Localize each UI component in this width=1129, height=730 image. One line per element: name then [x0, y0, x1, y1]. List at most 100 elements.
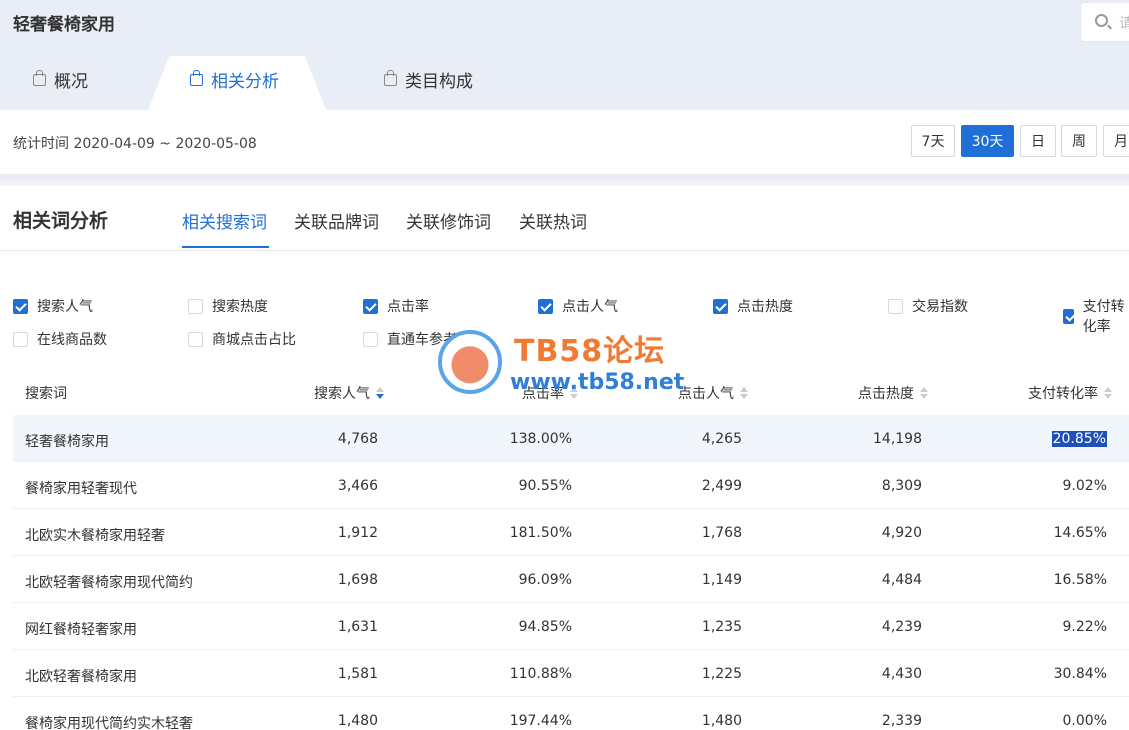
checkbox-box[interactable] — [13, 331, 28, 347]
metric-label: 点击人气 — [562, 299, 618, 315]
cell-keyword[interactable]: 餐椅家用现代简约实木轻奢 — [25, 713, 193, 730]
cell-click-pop: 4,265 — [701, 431, 742, 447]
sort-icon[interactable] — [376, 387, 384, 399]
tab-label: 概况 — [54, 71, 88, 92]
table-row[interactable]: 网红餐椅轻奢家用 1,631 94.85% 1,235 4,239 9.22% — [13, 603, 1129, 650]
sort-icon[interactable] — [570, 387, 578, 399]
cell-search-pop: 3,466 — [337, 478, 378, 494]
cell-click-heat: 4,920 — [881, 525, 922, 541]
col-header-pay-conversion[interactable]: 支付转化率 — [1028, 383, 1112, 403]
table-row[interactable]: 北欧实木餐椅家用轻奢 1,912 181.50% 1,768 4,920 14.… — [13, 509, 1129, 556]
tab-related-analysis[interactable]: 相关分析 — [190, 66, 279, 92]
metric-label: 支付转化率 — [1082, 299, 1125, 335]
metric-label: 交易指数 — [912, 299, 968, 315]
tab-category-composition[interactable]: 类目构成 — [384, 66, 473, 92]
checkbox-box[interactable] — [1063, 308, 1074, 324]
search-icon — [1095, 14, 1108, 27]
metric-checkbox[interactable]: 直通车参考价 — [363, 329, 471, 349]
cell-ctr: 96.09% — [518, 572, 572, 588]
subtab-brand-words[interactable]: 关联品牌词 — [294, 208, 379, 233]
cell-search-pop: 1,631 — [337, 619, 378, 635]
subtab-related-search[interactable]: 相关搜索词 — [182, 208, 267, 233]
range-30d-button[interactable]: 30天 — [961, 125, 1014, 157]
range-day-button[interactable]: 日 — [1020, 125, 1056, 157]
checkbox-box[interactable] — [188, 331, 203, 347]
cell-click-heat: 4,239 — [881, 619, 922, 635]
col-header-click-popularity[interactable]: 点击人气 — [678, 383, 748, 403]
cell-search-pop: 4,768 — [337, 431, 378, 447]
cell-ctr: 181.50% — [509, 525, 572, 541]
bag-icon — [33, 70, 46, 86]
cell-keyword[interactable]: 网红餐椅轻奢家用 — [25, 619, 137, 639]
sort-icon[interactable] — [740, 387, 748, 399]
cell-pay-rate: 16.58% — [1053, 572, 1107, 588]
cell-pay-rate: 9.22% — [1062, 619, 1107, 635]
cell-ctr: 138.00% — [509, 431, 572, 447]
cell-click-pop: 1,235 — [701, 619, 742, 635]
table-row[interactable]: 轻奢餐椅家用 4,768 138.00% 4,265 14,198 20.85% — [13, 415, 1129, 462]
cell-ctr: 197.44% — [509, 713, 572, 729]
tab-label: 相关分析 — [211, 71, 279, 92]
checkbox-box[interactable] — [538, 298, 553, 314]
subtab-hot-words[interactable]: 关联热词 — [519, 208, 587, 233]
cell-keyword[interactable]: 北欧轻奢餐椅家用现代简约 — [25, 572, 193, 592]
metric-checkbox[interactable]: 点击率 — [363, 296, 429, 316]
stat-period: 统计时间 2020-04-09 ~ 2020-05-08 — [13, 136, 257, 152]
table-row[interactable]: 餐椅家用现代简约实木轻奢 1,480 197.44% 1,480 2,339 0… — [13, 697, 1129, 730]
cell-keyword[interactable]: 北欧轻奢餐椅家用 — [25, 666, 137, 686]
section-gap — [0, 174, 1129, 186]
table-row[interactable]: 北欧轻奢餐椅家用现代简约 1,698 96.09% 1,149 4,484 16… — [13, 556, 1129, 603]
col-header-click-rate[interactable]: 点击率 — [522, 383, 578, 403]
checkbox-box[interactable] — [888, 298, 903, 314]
table-row[interactable]: 餐椅家用轻奢现代 3,466 90.55% 2,499 8,309 9.02% — [13, 462, 1129, 509]
sort-icon[interactable] — [920, 387, 928, 399]
header-label: 点击率 — [522, 386, 564, 402]
checkbox-box[interactable] — [363, 331, 378, 347]
metric-checkbox[interactable]: 搜索热度 — [188, 296, 268, 316]
cell-click-pop: 1,225 — [701, 666, 742, 682]
search-input[interactable]: 请 — [1080, 2, 1129, 42]
cell-keyword[interactable]: 北欧实木餐椅家用轻奢 — [25, 525, 165, 545]
section-title: 相关词分析 — [13, 210, 109, 232]
checkbox-box[interactable] — [13, 298, 28, 314]
cell-search-pop: 1,912 — [337, 525, 378, 541]
col-header-click-heat[interactable]: 点击热度 — [858, 383, 928, 403]
metric-checkbox[interactable]: 支付转化率 — [1063, 296, 1129, 336]
metric-checkbox[interactable]: 搜索人气 — [13, 296, 93, 316]
cell-ctr: 110.88% — [509, 666, 572, 682]
range-week-button[interactable]: 周 — [1061, 125, 1097, 157]
cell-click-pop: 1,768 — [701, 525, 742, 541]
cell-click-heat: 14,198 — [873, 431, 922, 447]
metric-checkbox[interactable]: 交易指数 — [888, 296, 968, 316]
checkbox-box[interactable] — [363, 298, 378, 314]
cell-search-pop: 1,480 — [337, 713, 378, 729]
cell-pay-rate: 14.65% — [1053, 525, 1107, 541]
metric-label: 搜索热度 — [212, 299, 268, 315]
checkbox-box[interactable] — [713, 298, 728, 314]
divider — [0, 250, 1129, 251]
tab-overview[interactable]: 概况 — [33, 66, 88, 92]
metric-checkbox[interactable]: 在线商品数 — [13, 329, 107, 349]
range-7d-button[interactable]: 7天 — [911, 125, 955, 157]
subtab-modifier-words[interactable]: 关联修饰词 — [406, 208, 491, 233]
col-header-keyword: 搜索词 — [25, 383, 67, 403]
col-header-search-popularity[interactable]: 搜索人气 — [314, 383, 384, 403]
cell-pay-rate: 20.85% — [1051, 431, 1107, 447]
cell-keyword[interactable]: 轻奢餐椅家用 — [25, 431, 109, 451]
range-month-button[interactable]: 月 — [1103, 125, 1129, 157]
checkbox-box[interactable] — [188, 298, 203, 314]
metric-label: 点击率 — [387, 299, 429, 315]
cell-keyword[interactable]: 餐椅家用轻奢现代 — [25, 478, 137, 498]
header-label: 点击人气 — [678, 386, 734, 402]
sort-icon[interactable] — [1104, 387, 1112, 399]
metric-checkbox[interactable]: 商城点击占比 — [188, 329, 296, 349]
table-row[interactable]: 北欧轻奢餐椅家用 1,581 110.88% 1,225 4,430 30.84… — [13, 650, 1129, 697]
bag-icon — [384, 70, 397, 86]
header-label: 支付转化率 — [1028, 386, 1098, 402]
metric-checkbox[interactable]: 点击热度 — [713, 296, 793, 316]
cell-search-pop: 1,698 — [337, 572, 378, 588]
cell-ctr: 90.55% — [518, 478, 572, 494]
cell-search-pop: 1,581 — [337, 666, 378, 682]
metric-checkbox[interactable]: 点击人气 — [538, 296, 618, 316]
header-label: 搜索词 — [25, 386, 67, 402]
